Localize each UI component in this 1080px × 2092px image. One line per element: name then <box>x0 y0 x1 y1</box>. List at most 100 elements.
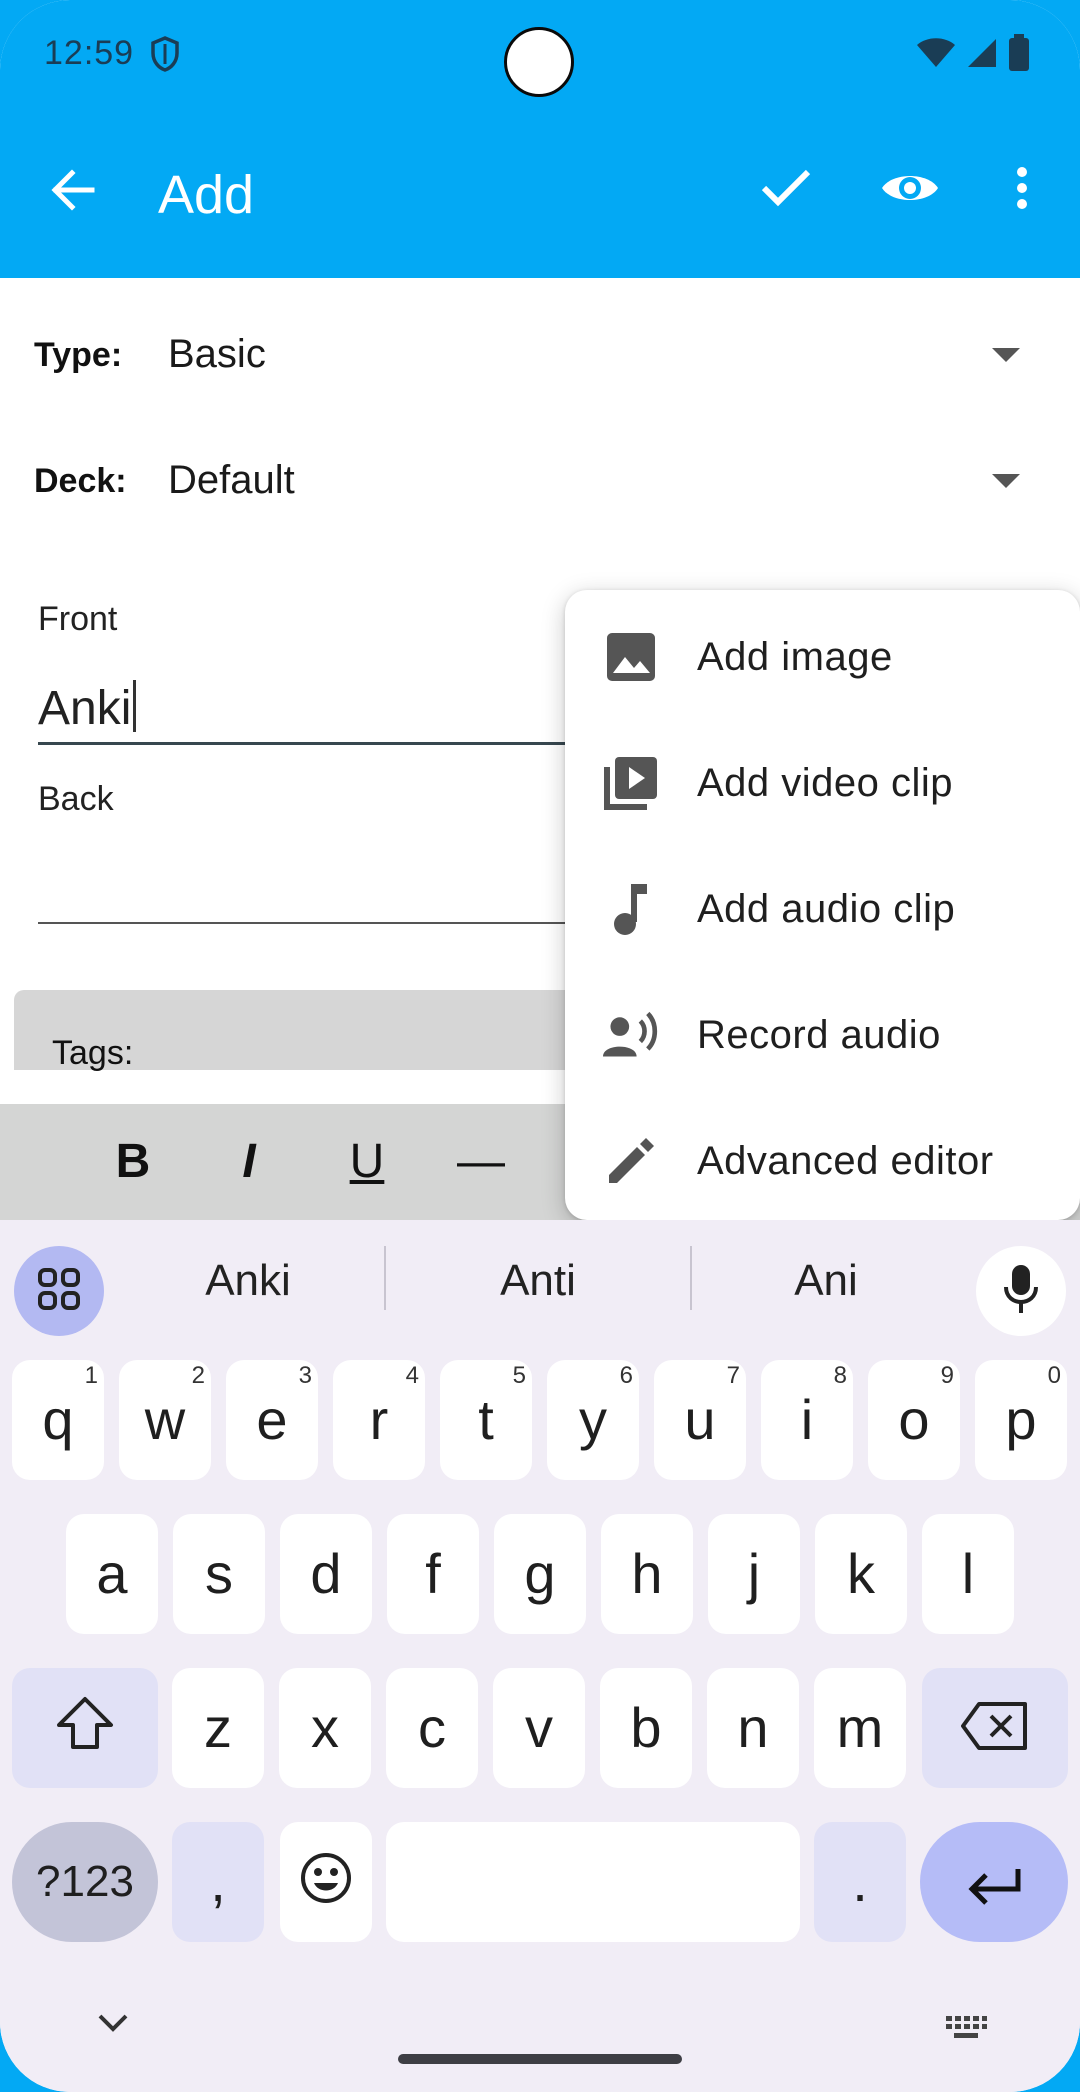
menu-item-add-video[interactable]: Add video clip <box>565 720 1080 846</box>
shift-icon <box>55 1672 115 1792</box>
period-key[interactable]: . <box>814 1822 906 1942</box>
menu-label: Add image <box>697 634 893 679</box>
screen: 12:59 Add Type: Basic Deck: Default Fron… <box>0 0 1080 2092</box>
enter-key[interactable] <box>920 1822 1068 1942</box>
signal-icon <box>966 37 998 74</box>
key-g[interactable]: g <box>494 1514 586 1634</box>
menu-item-advanced-editor[interactable]: Advanced editor <box>565 1098 1080 1224</box>
suggestion-2[interactable]: Anti <box>418 1256 658 1306</box>
keyboard-switch-icon[interactable] <box>944 2014 988 2047</box>
gesture-nav-handle[interactable] <box>398 2054 682 2064</box>
dropdown-arrow-icon <box>992 348 1020 362</box>
type-value: Basic <box>168 332 266 376</box>
type-label: Type: <box>34 336 123 374</box>
key-c[interactable]: c <box>386 1668 478 1788</box>
key-f[interactable]: f <box>387 1514 479 1634</box>
symbols-key[interactable]: ?123 <box>12 1822 158 1942</box>
key-a[interactable]: a <box>66 1514 158 1634</box>
space-key[interactable] <box>386 1822 800 1942</box>
key-y[interactable]: y6 <box>547 1360 639 1480</box>
key-v[interactable]: v <box>493 1668 585 1788</box>
key-n[interactable]: n <box>707 1668 799 1788</box>
key-q[interactable]: q1 <box>12 1360 104 1480</box>
key-k[interactable]: k <box>815 1514 907 1634</box>
shift-key[interactable] <box>12 1668 158 1788</box>
menu-item-record-audio[interactable]: Record audio <box>565 972 1080 1098</box>
emoji-key[interactable] <box>280 1822 372 1942</box>
overflow-menu-button[interactable] <box>990 158 1054 222</box>
key-j[interactable]: j <box>708 1514 800 1634</box>
menu-label: Add video clip <box>697 760 954 805</box>
front-field-text: Anki <box>38 682 132 735</box>
key-number-hint: 5 <box>512 1362 526 1389</box>
wifi-icon <box>916 37 956 74</box>
key-l[interactable]: l <box>922 1514 1014 1634</box>
key-label: p <box>1005 1388 1037 1451</box>
music-note-icon <box>603 881 659 937</box>
key-label: o <box>898 1388 930 1451</box>
text-cursor <box>133 680 137 732</box>
camera-cutout <box>504 27 574 97</box>
eye-icon <box>880 168 940 213</box>
backspace-key[interactable] <box>922 1668 1068 1788</box>
front-field-input[interactable]: Anki <box>38 680 137 736</box>
key-label: i <box>800 1388 814 1451</box>
backspace-icon <box>961 1672 1029 1792</box>
microphone-icon <box>1003 1263 1039 1320</box>
suggestion-1[interactable]: Anki <box>128 1256 368 1306</box>
save-check-button[interactable] <box>754 158 818 222</box>
app-bar: Add <box>0 110 1080 278</box>
menu-item-add-image[interactable]: Add image <box>565 594 1080 720</box>
menu-label: Record audio <box>697 1012 941 1057</box>
comma-key[interactable]: , <box>172 1822 264 1942</box>
key-x[interactable]: x <box>279 1668 371 1788</box>
menu-item-add-audio[interactable]: Add audio clip <box>565 846 1080 972</box>
keyboard-apps-button[interactable] <box>14 1246 104 1336</box>
voice-input-button[interactable] <box>976 1246 1066 1336</box>
key-number-hint: 3 <box>298 1362 312 1389</box>
suggestion-3[interactable]: Ani <box>706 1256 946 1306</box>
pencil-icon <box>603 1133 659 1189</box>
record-voice-icon <box>603 1007 659 1063</box>
key-d[interactable]: d <box>280 1514 372 1634</box>
deck-selector[interactable]: Deck: Default <box>0 426 1080 536</box>
key-number-hint: 7 <box>726 1362 740 1389</box>
key-number-hint: 6 <box>619 1362 633 1389</box>
key-e[interactable]: e3 <box>226 1360 318 1480</box>
note-type-selector[interactable]: Type: Basic <box>0 300 1080 410</box>
italic-button[interactable]: I <box>214 1132 284 1192</box>
key-m[interactable]: m <box>814 1668 906 1788</box>
menu-label: Advanced editor <box>697 1138 994 1183</box>
chevron-down-icon[interactable] <box>96 2012 130 2039</box>
key-label: w <box>144 1388 186 1451</box>
key-r[interactable]: r4 <box>333 1360 425 1480</box>
bold-button[interactable]: B <box>98 1132 168 1192</box>
deck-label: Deck: <box>34 462 127 500</box>
key-number-hint: 2 <box>191 1362 205 1389</box>
more-vert-icon <box>1015 166 1029 215</box>
horizontal-rule-button[interactable]: — <box>446 1132 516 1192</box>
key-t[interactable]: t5 <box>440 1360 532 1480</box>
soft-keyboard: Anki Anti Ani q1w2e3r4t5y6u7i8o9p0 asdfg… <box>0 1220 1080 2092</box>
battery-icon <box>1008 34 1030 77</box>
key-i[interactable]: i8 <box>761 1360 853 1480</box>
key-label: y <box>579 1388 607 1451</box>
key-label: u <box>684 1388 716 1451</box>
key-p[interactable]: p0 <box>975 1360 1067 1480</box>
key-label: t <box>478 1388 494 1451</box>
key-z[interactable]: z <box>172 1668 264 1788</box>
key-s[interactable]: s <box>173 1514 265 1634</box>
grid-icon <box>37 1267 81 1316</box>
key-b[interactable]: b <box>600 1668 692 1788</box>
key-w[interactable]: w2 <box>119 1360 211 1480</box>
back-field-label: Back <box>38 780 114 818</box>
preview-button[interactable] <box>878 158 942 222</box>
key-number-hint: 4 <box>405 1362 419 1389</box>
emoji-icon <box>299 1826 353 1946</box>
check-icon <box>760 168 812 213</box>
key-o[interactable]: o9 <box>868 1360 960 1480</box>
key-u[interactable]: u7 <box>654 1360 746 1480</box>
back-arrow-icon[interactable] <box>44 160 104 220</box>
underline-button[interactable]: U <box>332 1132 402 1192</box>
key-h[interactable]: h <box>601 1514 693 1634</box>
